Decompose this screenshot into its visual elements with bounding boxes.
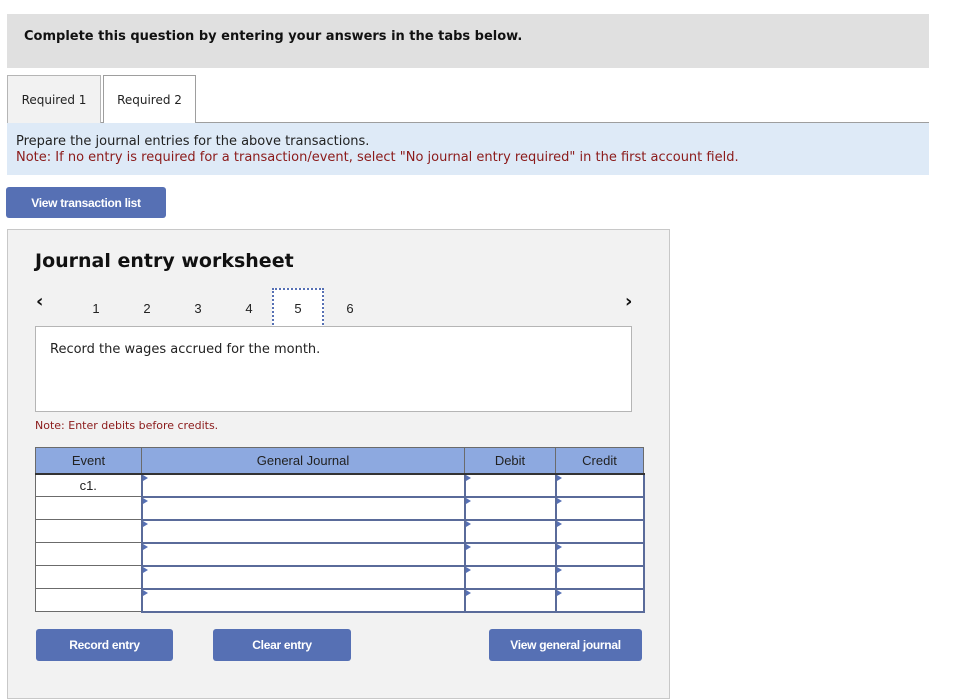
debit-input[interactable]: [465, 520, 555, 542]
credit-input-cell: [554, 541, 645, 567]
chevron-left-icon[interactable]: ‹: [36, 291, 43, 312]
account-select-cell: [140, 518, 466, 544]
view-general-journal-button[interactable]: View general journal: [489, 629, 642, 661]
journal-row: [35, 587, 645, 613]
page-6[interactable]: 6: [324, 288, 376, 328]
event-cell: [35, 542, 142, 566]
debit-input[interactable]: [465, 474, 555, 496]
question-header: Complete this question by entering your …: [7, 14, 929, 68]
page-3[interactable]: 3: [172, 288, 224, 328]
instructions-text: Prepare the journal entries for the abov…: [16, 134, 370, 149]
worksheet-title: Journal entry worksheet: [35, 250, 294, 272]
page-1[interactable]: 1: [70, 288, 122, 328]
page-5[interactable]: 5: [272, 288, 324, 328]
debit-input[interactable]: [465, 497, 555, 519]
debit-input[interactable]: [465, 566, 555, 588]
account-select-cell: [140, 541, 466, 567]
header-general-journal: General Journal: [141, 447, 465, 475]
tab-required-2[interactable]: Required 2: [103, 75, 196, 124]
transaction-description-box: Record the wages accrued for the month.: [35, 326, 632, 412]
journal-row: [35, 541, 645, 567]
header-credit: Credit: [555, 447, 644, 475]
journal-header-row: Event General Journal Debit Credit: [35, 447, 644, 475]
debit-input-cell: [463, 541, 557, 567]
account-select[interactable]: [142, 474, 464, 496]
account-select-cell: [140, 564, 466, 590]
account-select-cell: [140, 472, 466, 498]
header-debit: Debit: [464, 447, 556, 475]
event-cell: [35, 519, 142, 543]
clear-entry-button[interactable]: Clear entry: [213, 629, 351, 661]
debit-input-cell: [463, 587, 557, 613]
credit-input-cell: [554, 587, 645, 613]
page-2[interactable]: 2: [121, 288, 173, 328]
credit-input-cell: [554, 495, 645, 521]
credit-input[interactable]: [556, 474, 643, 496]
journal-entry-worksheet: Journal entry worksheet ‹ 1 2 3 4 5 6 › …: [7, 229, 670, 699]
account-select-cell: [140, 495, 466, 521]
tab-bar: Required 1 Required 2: [7, 75, 929, 124]
worksheet-pager: ‹ 1 2 3 4 5 6 ›: [8, 285, 671, 328]
journal-table: Event General Journal Debit Credit c1.: [35, 447, 645, 613]
account-select-cell: [140, 587, 466, 613]
credit-input[interactable]: [556, 497, 643, 519]
debit-input-cell: [463, 472, 557, 498]
credit-input[interactable]: [556, 543, 643, 565]
account-select[interactable]: [142, 543, 464, 565]
debits-credits-note: Note: Enter debits before credits.: [35, 419, 219, 432]
page-4[interactable]: 4: [223, 288, 275, 328]
event-cell: [35, 588, 142, 612]
journal-row: [35, 518, 645, 544]
account-select[interactable]: [142, 520, 464, 542]
account-select[interactable]: [142, 589, 464, 611]
header-event: Event: [35, 447, 142, 475]
tab-required-1[interactable]: Required 1: [7, 75, 101, 123]
debit-input-cell: [463, 495, 557, 521]
journal-row: [35, 564, 645, 590]
record-entry-button[interactable]: Record entry: [36, 629, 173, 661]
journal-row: [35, 495, 645, 521]
credit-input-cell: [554, 564, 645, 590]
event-cell: [35, 496, 142, 520]
credit-input[interactable]: [556, 566, 643, 588]
view-transaction-list-button[interactable]: View transaction list: [6, 187, 166, 218]
account-select[interactable]: [142, 566, 464, 588]
credit-input-cell: [554, 472, 645, 498]
transaction-description: Record the wages accrued for the month.: [50, 342, 321, 357]
journal-row: c1.: [35, 472, 645, 498]
question-title: Complete this question by entering your …: [24, 29, 523, 44]
event-cell: [35, 565, 142, 589]
account-select[interactable]: [142, 497, 464, 519]
credit-input[interactable]: [556, 589, 643, 611]
debit-input[interactable]: [465, 589, 555, 611]
credit-input-cell: [554, 518, 645, 544]
debit-input-cell: [463, 518, 557, 544]
credit-input[interactable]: [556, 520, 643, 542]
debit-input[interactable]: [465, 543, 555, 565]
instructions-note: Note: If no entry is required for a tran…: [16, 150, 739, 165]
event-cell: c1.: [35, 473, 142, 497]
chevron-right-icon[interactable]: ›: [625, 291, 632, 312]
debit-input-cell: [463, 564, 557, 590]
instructions-panel: Prepare the journal entries for the abov…: [7, 123, 929, 175]
